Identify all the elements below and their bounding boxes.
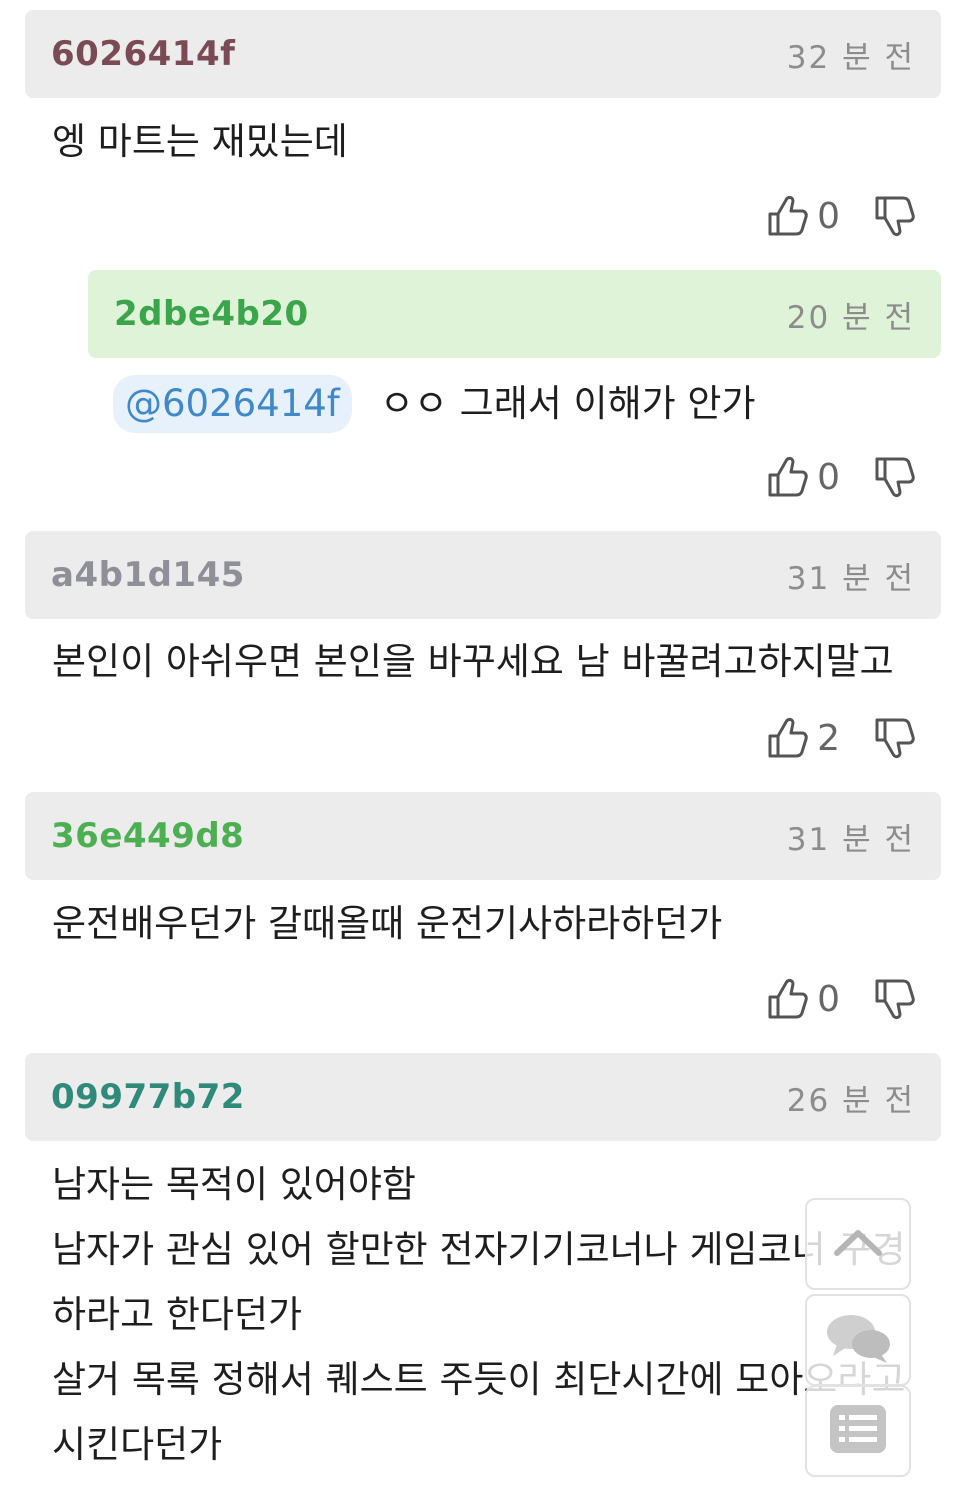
thumbs-down-icon[interactable] <box>874 716 916 760</box>
chat-bubbles-icon <box>823 1310 893 1370</box>
comment-header: 6026414f 32 분 전 <box>25 10 941 98</box>
chevron-up-icon <box>833 1227 883 1261</box>
chat-button[interactable] <box>805 1294 911 1386</box>
comment-author[interactable]: 09977b72 <box>51 1077 245 1117</box>
comment-time: 31 분 전 <box>786 560 915 597</box>
thumbs-up-icon[interactable] <box>767 977 809 1021</box>
list-icon <box>829 1404 887 1458</box>
comment-time: 31 분 전 <box>786 821 915 858</box>
comment-text: 남자는 목적이 있어야함 남자가 관심 있어 할만한 전자기기코너나 게임코너 … <box>52 1152 906 1477</box>
vote-bar: 0 <box>767 186 916 246</box>
comment-header: 09977b72 26 분 전 <box>25 1053 941 1141</box>
comment-time: 20 분 전 <box>786 299 915 336</box>
comment-line: 남자는 목적이 있어야함 <box>52 1163 416 1206</box>
like-count: 2 <box>817 717 840 759</box>
comment-line: 엥 마트는 재밌는데 <box>52 120 348 163</box>
comment-line: ㅇㅇ 그래서 이해가 안가 <box>379 382 756 425</box>
comment-author[interactable]: a4b1d145 <box>51 555 245 595</box>
like-count: 0 <box>817 978 840 1020</box>
vote-bar: 0 <box>767 447 916 507</box>
comment-author[interactable]: 6026414f <box>51 34 235 74</box>
comment-time: 32 분 전 <box>786 39 915 76</box>
comment-line: 운전배우던가 갈때올때 운전기사하라하던가 <box>52 902 723 945</box>
comment-text: 엥 마트는 재밌는데 <box>52 110 348 174</box>
comment-line: 남자가 관심 있어 할만한 전자기기코너나 게임코너 구경 <box>52 1228 906 1271</box>
comment-line: 살거 목록 정해서 퀘스트 주듯이 최단시간에 모아오라고 <box>52 1358 906 1401</box>
comment-text: 본인이 아쉬우면 본인을 바꾸세요 남 바꿀려고하지말고 <box>52 630 894 694</box>
comment-line: 하라고 한다던가 <box>52 1293 303 1336</box>
comment-header: 36e449d8 31 분 전 <box>25 792 941 880</box>
thumbs-up-icon[interactable] <box>767 194 809 238</box>
comment-text: @6026414f ㅇㅇ 그래서 이해가 안가 <box>113 372 756 436</box>
thumbs-down-icon[interactable] <box>874 977 916 1021</box>
comment-time: 26 분 전 <box>786 1082 915 1119</box>
vote-bar: 2 <box>767 708 916 768</box>
thumbs-down-icon[interactable] <box>874 455 916 499</box>
thumbs-down-icon[interactable] <box>874 194 916 238</box>
mention-tag[interactable]: @6026414f <box>113 375 352 433</box>
comment-line: 본인이 아쉬우면 본인을 바꾸세요 남 바꿀려고하지말고 <box>52 640 894 683</box>
comment-author[interactable]: 36e449d8 <box>51 816 244 856</box>
thumbs-up-icon[interactable] <box>767 455 809 499</box>
comment-header: 2dbe4b20 20 분 전 <box>88 270 941 358</box>
comment-line: 시킨다던가 <box>52 1423 223 1466</box>
thumbs-up-icon[interactable] <box>767 716 809 760</box>
comment-author[interactable]: 2dbe4b20 <box>114 294 309 334</box>
comment-text: 운전배우던가 갈때올때 운전기사하라하던가 <box>52 892 722 956</box>
like-count: 0 <box>817 456 840 498</box>
list-button[interactable] <box>805 1385 911 1477</box>
scroll-top-button[interactable] <box>805 1198 911 1290</box>
vote-bar: 0 <box>767 969 916 1029</box>
like-count: 0 <box>817 195 840 237</box>
comment-header: a4b1d145 31 분 전 <box>25 531 941 619</box>
